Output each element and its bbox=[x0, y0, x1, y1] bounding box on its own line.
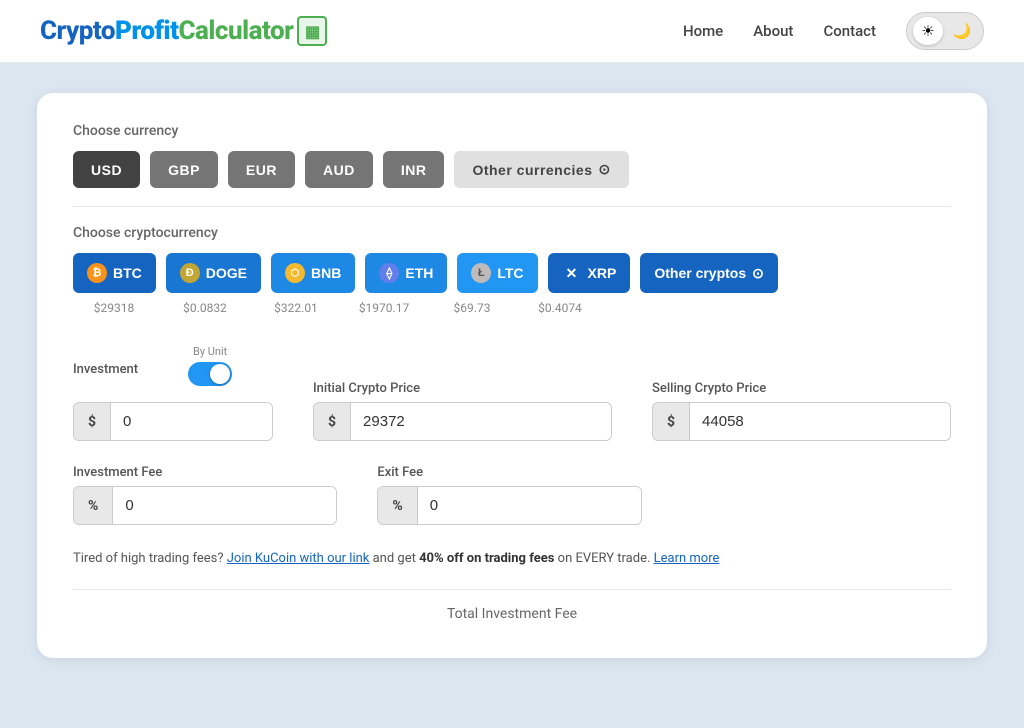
crypto-btn-btc[interactable]: ₿ BTC bbox=[73, 253, 156, 293]
promo-text-middle: and get bbox=[373, 551, 419, 566]
initial-price-input[interactable] bbox=[351, 403, 611, 440]
currency-btn-aud[interactable]: AUD bbox=[305, 151, 373, 188]
investment-fee-input[interactable] bbox=[113, 487, 336, 524]
logo-profit: Profit bbox=[115, 16, 178, 46]
nav-about[interactable]: About bbox=[753, 22, 793, 40]
btc-label: BTC bbox=[113, 265, 142, 281]
crypto-prices-row: $29318 $0.0832 $322.01 $1970.17 $69.73 $… bbox=[73, 301, 951, 315]
selling-price-input-wrapper: $ bbox=[652, 402, 951, 441]
input-row-2: Investment Fee % Exit Fee % bbox=[73, 465, 613, 525]
initial-price-group: Initial Crypto Price $ bbox=[313, 381, 612, 441]
initial-price-prefix: $ bbox=[314, 403, 351, 440]
exit-fee-input-wrapper: % bbox=[377, 486, 641, 525]
logo: CryptoProfitCalculator ▦ bbox=[40, 16, 683, 46]
investment-prefix: $ bbox=[74, 403, 111, 440]
logo-icon: ▦ bbox=[297, 16, 327, 46]
crypto-label: Choose cryptocurrency bbox=[73, 225, 951, 241]
ltc-label: LTC bbox=[497, 265, 523, 281]
currency-btn-gbp[interactable]: GBP bbox=[150, 151, 218, 188]
initial-price-label: Initial Crypto Price bbox=[313, 381, 612, 396]
doge-label: DOGE bbox=[206, 265, 247, 281]
currency-btn-other[interactable]: Other currencies ⊙ bbox=[454, 151, 628, 188]
theme-light-button[interactable]: ☀ bbox=[913, 17, 943, 45]
eth-icon: ⟠ bbox=[379, 263, 399, 283]
crypto-btn-ltc[interactable]: Ł LTC bbox=[457, 253, 537, 293]
logo-crypto: Crypto bbox=[40, 16, 115, 46]
selling-price-input[interactable] bbox=[690, 403, 950, 440]
other-cryptos-label: Other cryptos bbox=[654, 265, 746, 281]
divider-1 bbox=[73, 206, 951, 207]
nav-links: Home About Contact bbox=[683, 22, 876, 40]
by-unit-toggle[interactable] bbox=[188, 362, 232, 386]
crypto-btn-eth[interactable]: ⟠ ETH bbox=[365, 253, 447, 293]
input-row-1: Investment By Unit $ Initial Crypto Pric… bbox=[73, 345, 951, 441]
inputs-section: Investment By Unit $ Initial Crypto Pric… bbox=[73, 345, 951, 622]
promo-bold-text: 40% off on trading fees bbox=[419, 551, 554, 566]
selling-price-prefix: $ bbox=[653, 403, 690, 440]
exit-fee-prefix: % bbox=[378, 487, 417, 524]
investment-label: Investment bbox=[73, 362, 138, 377]
crypto-btn-other[interactable]: Other cryptos ⊙ bbox=[640, 253, 778, 293]
doge-icon: Ð bbox=[180, 263, 200, 283]
investment-fee-label: Investment Fee bbox=[73, 465, 337, 480]
crypto-btn-doge[interactable]: Ð DOGE bbox=[166, 253, 261, 293]
nav-contact[interactable]: Contact bbox=[823, 22, 876, 40]
currency-section: Choose currency USD GBP EUR AUD INR Othe… bbox=[73, 123, 951, 188]
main-card: Choose currency USD GBP EUR AUD INR Othe… bbox=[37, 93, 987, 658]
navbar: CryptoProfitCalculator ▦ Home About Cont… bbox=[0, 0, 1024, 63]
logo-calculator: Calculator bbox=[179, 16, 294, 46]
currency-btn-usd[interactable]: USD bbox=[73, 151, 140, 188]
theme-toggle: ☀ 🌙 bbox=[906, 12, 984, 50]
investment-input[interactable] bbox=[111, 403, 273, 440]
toggle-area: By Unit bbox=[188, 345, 232, 386]
theme-dark-button[interactable]: 🌙 bbox=[947, 17, 977, 45]
promo-kucoin-link[interactable]: Join KuCoin with our link bbox=[227, 551, 370, 566]
promo-text: Tired of high trading fees? Join KuCoin … bbox=[73, 549, 951, 569]
currency-btn-inr[interactable]: INR bbox=[383, 151, 445, 188]
exit-fee-input[interactable] bbox=[418, 487, 641, 524]
investment-fee-prefix: % bbox=[74, 487, 113, 524]
eth-price: $1970.17 bbox=[345, 301, 423, 315]
total-label: Total Investment Fee bbox=[73, 589, 951, 622]
btc-price: $29318 bbox=[75, 301, 153, 315]
crypto-section: Choose cryptocurrency ₿ BTC Ð DOGE ⬡ BNB… bbox=[73, 225, 951, 315]
other-currencies-label: Other currencies bbox=[472, 162, 592, 178]
promo-text-before: Tired of high trading fees? bbox=[73, 551, 224, 566]
ltc-price: $69.73 bbox=[433, 301, 511, 315]
promo-learn-more-link[interactable]: Learn more bbox=[654, 551, 720, 566]
currency-btn-eur[interactable]: EUR bbox=[228, 151, 295, 188]
investment-fee-input-wrapper: % bbox=[73, 486, 337, 525]
exit-fee-group: Exit Fee % bbox=[377, 465, 641, 525]
eth-label: ETH bbox=[405, 265, 433, 281]
bnb-label: BNB bbox=[311, 265, 341, 281]
selling-price-group: Selling Crypto Price $ bbox=[652, 381, 951, 441]
other-currencies-chevron: ⊙ bbox=[599, 161, 611, 178]
exit-fee-label: Exit Fee bbox=[377, 465, 641, 480]
ltc-icon: Ł bbox=[471, 263, 491, 283]
currency-row: USD GBP EUR AUD INR Other currencies ⊙ bbox=[73, 151, 951, 188]
other-cryptos-chevron: ⊙ bbox=[752, 265, 764, 282]
xrp-price: $0.4074 bbox=[521, 301, 599, 315]
crypto-row: ₿ BTC Ð DOGE ⬡ BNB ⟠ ETH Ł LTC ✕ XRP bbox=[73, 253, 951, 293]
investment-group: Investment By Unit $ bbox=[73, 345, 273, 441]
nav-home[interactable]: Home bbox=[683, 22, 723, 40]
btc-icon: ₿ bbox=[87, 263, 107, 283]
bnb-icon: ⬡ bbox=[285, 263, 305, 283]
currency-label: Choose currency bbox=[73, 123, 951, 139]
doge-price: $0.0832 bbox=[163, 301, 247, 315]
initial-price-input-wrapper: $ bbox=[313, 402, 612, 441]
investment-fee-group: Investment Fee % bbox=[73, 465, 337, 525]
xrp-label: XRP bbox=[588, 265, 617, 281]
promo-text-after: on EVERY trade. bbox=[558, 551, 654, 566]
selling-price-label: Selling Crypto Price bbox=[652, 381, 951, 396]
bnb-price: $322.01 bbox=[257, 301, 335, 315]
xrp-icon: ✕ bbox=[562, 263, 582, 283]
crypto-btn-bnb[interactable]: ⬡ BNB bbox=[271, 253, 355, 293]
crypto-btn-xrp[interactable]: ✕ XRP bbox=[548, 253, 631, 293]
investment-input-wrapper: $ bbox=[73, 402, 273, 441]
by-unit-label: By Unit bbox=[193, 345, 227, 358]
